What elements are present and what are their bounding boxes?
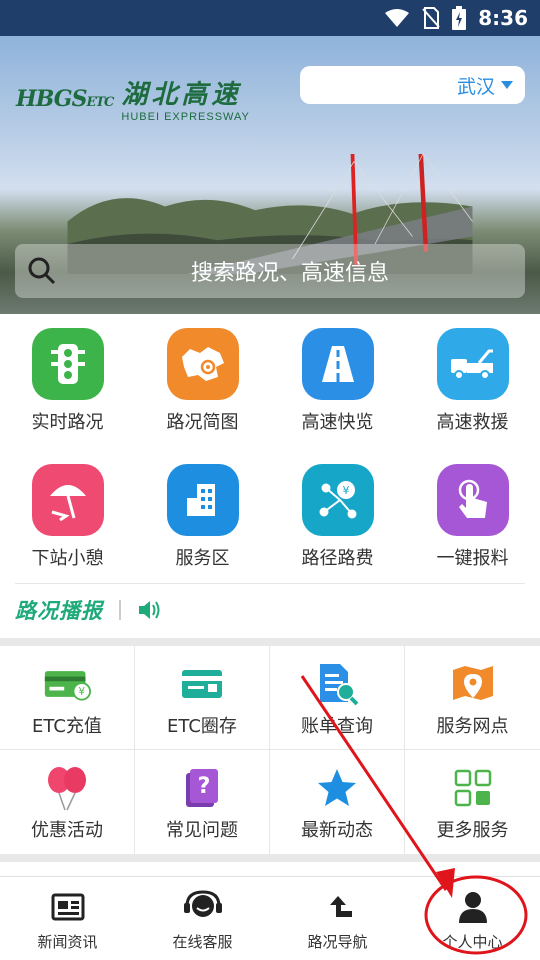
traffic-light-icon [31, 328, 104, 400]
header-banner: HBGSETC 湖北高速 HUBEI EXPRESSWAY 武汉 搜索路况、高速… [0, 36, 540, 314]
tow-truck-icon [436, 328, 509, 400]
no-sim-icon [422, 7, 440, 29]
quick-item-label: 实时路况 [31, 412, 104, 433]
svg-text:¥: ¥ [79, 687, 86, 698]
divider [15, 583, 525, 584]
service-etc-recharge[interactable]: ¥ ETC充值 [0, 646, 135, 750]
road-icon [301, 328, 374, 400]
quick-access-grid: 实时路况 路况简图 高速快览 高速救援 下站小憩 服务区 ¥ 路径路费 一键报料 [0, 314, 540, 584]
logo-mark-text: HBGS [16, 85, 87, 112]
quick-item-report[interactable]: 一键报料 [405, 464, 540, 570]
service-bill-query[interactable]: 账单查询 [270, 646, 405, 750]
section-divider [0, 638, 540, 646]
quick-item-expressway-overview[interactable]: 高速快览 [270, 328, 405, 434]
newspaper-icon [0, 889, 135, 925]
service-faq[interactable]: ? 常见问题 [135, 750, 270, 854]
speaker-icon [139, 601, 160, 619]
quick-item-realtime-traffic[interactable]: 实时路况 [0, 328, 135, 434]
quick-item-traffic-map[interactable]: 路况简图 [135, 328, 270, 434]
route-fee-icon: ¥ [301, 464, 374, 536]
service-label: 最新动态 [301, 820, 373, 841]
nav-label: 在线客服 [172, 933, 233, 951]
etc-deposit-icon [178, 660, 226, 708]
province-map-icon [166, 328, 239, 400]
quick-item-label: 一键报料 [436, 548, 509, 569]
balloons-icon [43, 764, 91, 812]
nav-label: 个人中心 [442, 933, 503, 951]
building-icon [166, 464, 239, 536]
quick-item-rest-stop[interactable]: 下站小憩 [0, 464, 135, 570]
quick-item-label: 路径路费 [301, 548, 374, 569]
app-logo: HBGSETC 湖北高速 HUBEI EXPRESSWAY [16, 74, 250, 123]
etc-card-icon: ¥ [43, 660, 91, 708]
headset-icon [135, 889, 270, 925]
search-placeholder: 搜索路况、高速信息 [190, 261, 389, 286]
nav-news[interactable]: 新闻资讯 [0, 877, 135, 960]
service-label: 优惠活动 [31, 820, 103, 841]
quick-item-label: 路况简图 [166, 412, 239, 433]
nav-customer-service[interactable]: 在线客服 [135, 877, 270, 960]
service-label: 常见问题 [166, 820, 238, 841]
chevron-down-icon [501, 81, 513, 89]
service-outlets[interactable]: 服务网点 [405, 646, 540, 750]
service-etc-deposit[interactable]: ETC圈存 [135, 646, 270, 750]
city-selector[interactable]: 武汉 [300, 66, 525, 104]
quick-item-label: 下站小憩 [31, 548, 104, 569]
grid-icon [449, 764, 497, 812]
search-bar[interactable]: 搜索路况、高速信息 [15, 244, 525, 298]
traffic-broadcast[interactable]: 路况播报 [15, 595, 161, 625]
logo-mark-suffix: ETC [86, 94, 114, 110]
section-divider [0, 854, 540, 862]
star-icon [313, 764, 361, 812]
service-more[interactable]: 更多服务 [405, 750, 540, 854]
wifi-icon [385, 9, 410, 27]
nav-label: 新闻资讯 [37, 933, 98, 951]
clock: 8:36 [478, 6, 528, 30]
logo-mark: HBGSETC [16, 85, 114, 112]
service-latest-news[interactable]: 最新动态 [270, 750, 405, 854]
quick-item-label: 高速快览 [301, 412, 374, 433]
service-label: ETC圈存 [167, 716, 237, 737]
turn-arrow-icon [270, 889, 405, 925]
map-pin-icon [449, 660, 497, 708]
beach-umbrella-icon [31, 464, 104, 536]
quick-item-route-fee[interactable]: ¥ 路径路费 [270, 464, 405, 570]
divider [119, 600, 121, 620]
service-promotions[interactable]: 优惠活动 [0, 750, 135, 854]
quick-item-service-area[interactable]: 服务区 [135, 464, 270, 570]
bottom-nav: 新闻资讯 在线客服 路况导航 个人中心 [0, 876, 540, 960]
quick-item-label: 服务区 [175, 548, 230, 569]
nav-profile[interactable]: 个人中心 [405, 877, 540, 960]
service-label: 服务网点 [436, 716, 509, 737]
logo-subtitle: HUBEI EXPRESSWAY [121, 111, 250, 123]
faq-icon: ? [178, 764, 226, 812]
tap-hand-icon [436, 464, 509, 536]
battery-charging-icon [452, 6, 467, 30]
bill-search-icon [313, 660, 361, 708]
quick-item-rescue[interactable]: 高速救援 [405, 328, 540, 434]
nav-navigation[interactable]: 路况导航 [270, 877, 405, 960]
svg-text:?: ? [198, 774, 211, 799]
service-label: ETC充值 [32, 716, 102, 737]
service-grid: ¥ ETC充值 ETC圈存 账单查询 服务网点 优惠活动 ? 常见问题 最新动态… [0, 646, 540, 854]
nav-label: 路况导航 [307, 933, 368, 951]
service-label: 更多服务 [436, 820, 509, 841]
service-label: 账单查询 [301, 716, 373, 737]
logo-title: 湖北高速 [121, 80, 242, 110]
quick-item-label: 高速救援 [436, 412, 509, 433]
city-label: 武汉 [456, 75, 495, 98]
status-bar: 8:36 [0, 0, 540, 36]
person-icon [405, 889, 540, 925]
svg-text:¥: ¥ [342, 484, 349, 497]
traffic-broadcast-title: 路况播报 [15, 598, 103, 623]
